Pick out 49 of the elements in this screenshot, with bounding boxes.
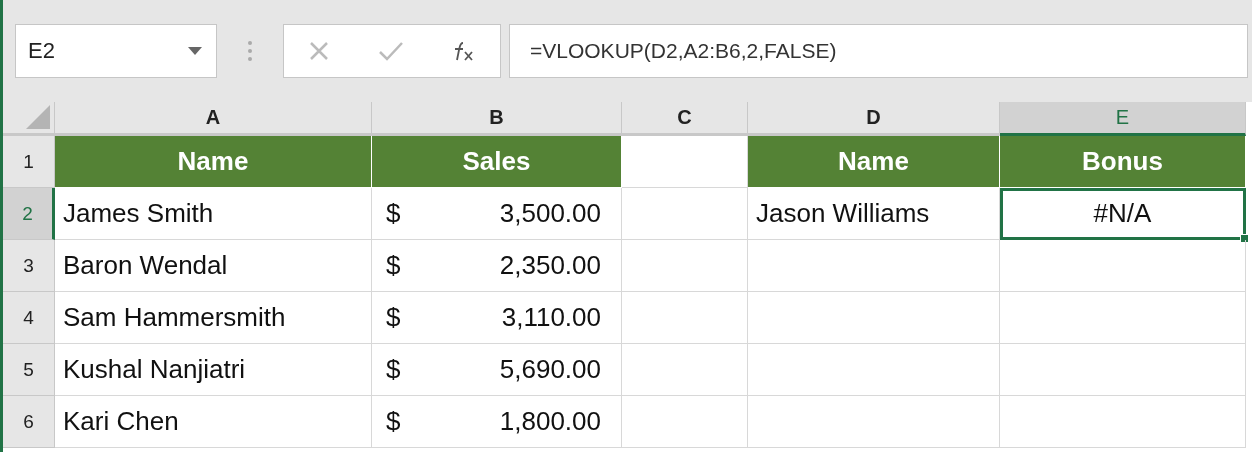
row-header[interactable]: 1 bbox=[3, 136, 55, 188]
row-header[interactable]: 5 bbox=[3, 344, 55, 396]
column-header[interactable]: C bbox=[622, 102, 748, 136]
row-header[interactable]: 3 bbox=[3, 240, 55, 292]
function-icon[interactable] bbox=[452, 40, 476, 62]
currency-cell[interactable]: $ 5,690.00 bbox=[372, 344, 622, 396]
empty-cell[interactable] bbox=[748, 240, 1000, 292]
row-header[interactable]: 4 bbox=[3, 292, 55, 344]
table-cell[interactable]: Jason Williams bbox=[748, 188, 1000, 240]
empty-cell[interactable] bbox=[622, 188, 748, 240]
name-box[interactable]: E2 bbox=[15, 24, 217, 78]
header-cell: Sales bbox=[372, 136, 622, 188]
empty-cell[interactable] bbox=[622, 240, 748, 292]
empty-cell[interactable] bbox=[1000, 292, 1246, 344]
header-cell: Bonus bbox=[1000, 136, 1246, 188]
empty-cell[interactable] bbox=[748, 344, 1000, 396]
empty-cell[interactable] bbox=[622, 396, 748, 448]
currency-cell[interactable]: $ 1,800.00 bbox=[372, 396, 622, 448]
table-cell[interactable]: James Smith bbox=[55, 188, 372, 240]
empty-cell[interactable] bbox=[748, 292, 1000, 344]
column-header[interactable]: E bbox=[1000, 102, 1246, 136]
currency-cell[interactable]: $ 3,500.00 bbox=[372, 188, 622, 240]
column-header[interactable]: B bbox=[372, 102, 622, 136]
dropdown-caret-icon[interactable] bbox=[188, 47, 202, 55]
row-header[interactable]: 2 bbox=[3, 188, 55, 240]
checkmark-icon[interactable] bbox=[378, 40, 404, 62]
column-header[interactable]: D bbox=[748, 102, 1000, 136]
empty-cell[interactable] bbox=[1000, 396, 1246, 448]
fill-handle[interactable] bbox=[1240, 234, 1249, 243]
empty-cell[interactable] bbox=[622, 344, 748, 396]
grip-icon bbox=[247, 40, 253, 62]
table-cell[interactable]: Sam Hammersmith bbox=[55, 292, 372, 344]
table-cell[interactable]: Kari Chen bbox=[55, 396, 372, 448]
table-cell[interactable]: #N/A bbox=[1000, 188, 1246, 240]
header-cell: Name bbox=[55, 136, 372, 188]
empty-cell[interactable] bbox=[1000, 344, 1246, 396]
currency-cell[interactable]: $ 2,350.00 bbox=[372, 240, 622, 292]
empty-cell[interactable] bbox=[622, 292, 748, 344]
cancel-icon[interactable] bbox=[308, 40, 330, 62]
column-header[interactable]: A bbox=[55, 102, 372, 136]
table-cell[interactable]: Kushal Nanjiatri bbox=[55, 344, 372, 396]
row-header[interactable]: 6 bbox=[3, 396, 55, 448]
header-cell: Name bbox=[748, 136, 1000, 188]
empty-cell[interactable] bbox=[1000, 240, 1246, 292]
empty-cell[interactable] bbox=[748, 396, 1000, 448]
formula-field[interactable]: =VLOOKUP(D2,A2:B6,2,FALSE) bbox=[509, 24, 1248, 78]
currency-cell[interactable]: $ 3,110.00 bbox=[372, 292, 622, 344]
select-all-icon[interactable] bbox=[26, 105, 50, 129]
table-cell[interactable]: Baron Wendal bbox=[55, 240, 372, 292]
